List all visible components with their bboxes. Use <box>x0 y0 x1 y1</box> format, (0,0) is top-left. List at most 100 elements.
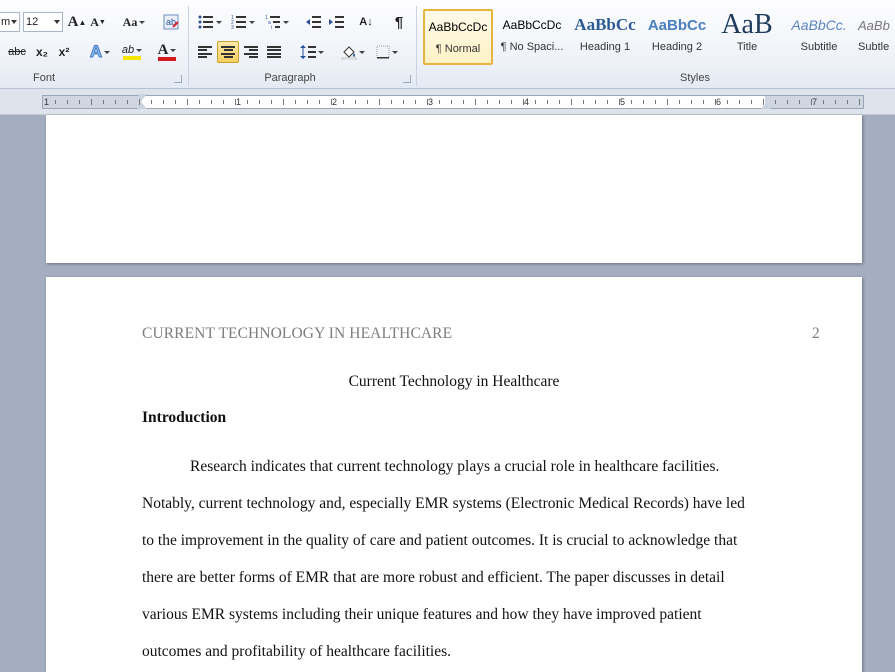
running-head: CURRENT TECHNOLOGY IN HEALTHCARE <box>142 325 453 342</box>
ruler-tick <box>751 100 752 104</box>
subscript-button[interactable]: x₂ <box>32 41 52 63</box>
ruler-tick <box>499 100 500 104</box>
paragraph-line: Research indicates that current technolo… <box>190 458 720 475</box>
show-formatting-marks-button[interactable]: ¶ <box>388 11 410 33</box>
style-normal-name: ¶ Normal <box>435 43 481 55</box>
line-spacing-icon <box>300 45 316 59</box>
chevron-down-icon <box>318 50 324 54</box>
style-no-spacing-sample: AaBbCcDc <box>502 18 562 32</box>
decrease-indent-button[interactable] <box>302 11 324 33</box>
align-right-button[interactable] <box>241 41 261 63</box>
svg-text:3: 3 <box>231 25 234 29</box>
font-name-combo[interactable]: m <box>0 12 20 32</box>
align-center-button[interactable] <box>217 41 239 63</box>
ruler-tick <box>643 100 644 104</box>
style-title[interactable]: AaB Title <box>712 9 782 65</box>
chevron-down-icon <box>283 20 289 24</box>
superscript-icon: x² <box>58 45 70 59</box>
ruler-tick <box>211 100 212 104</box>
ruler-tick <box>835 100 836 104</box>
font-color-button[interactable]: A <box>152 41 182 63</box>
bullets-button[interactable] <box>195 11 225 33</box>
align-center-icon <box>221 46 235 58</box>
bullet-list-icon <box>198 15 213 29</box>
multilevel-list-button[interactable]: 1 a i <box>262 11 292 33</box>
ruler-tick <box>175 100 176 104</box>
ruler-tick <box>787 100 788 104</box>
page-2[interactable]: CURRENT TECHNOLOGY IN HEALTHCARE 2 Curre… <box>46 277 862 672</box>
font-color-icon: A <box>157 42 169 58</box>
ribbon: m 12 A ▲ A ▼ Aa ab abc x₂ x² A ab A Font… <box>0 0 895 89</box>
ruler-tick <box>859 99 860 105</box>
numbering-button[interactable]: 1 2 3 <box>228 11 258 33</box>
ruler-tick <box>187 99 188 105</box>
change-case-button[interactable]: Aa <box>120 11 148 33</box>
font-dialog-launcher-icon[interactable] <box>174 75 182 83</box>
line-spacing-button[interactable] <box>298 41 326 63</box>
ruler-tick <box>439 100 440 104</box>
ruler-tick <box>247 100 248 104</box>
align-right-icon <box>244 46 258 58</box>
align-left-button[interactable] <box>195 41 215 63</box>
ruler-tick <box>235 99 236 105</box>
ruler-tick <box>667 99 668 105</box>
right-indent-marker[interactable] <box>761 103 771 109</box>
svg-text:i: i <box>271 25 272 29</box>
paragraph-line: various EMR systems including their uniq… <box>142 606 702 623</box>
chevron-down-icon <box>170 48 177 52</box>
font-name-value: m <box>1 16 11 28</box>
grow-font-button[interactable]: A ▲ <box>67 11 87 33</box>
increase-indent-button[interactable] <box>325 11 347 33</box>
style-heading-2[interactable]: AaBbCc Heading 2 <box>642 9 712 65</box>
chevron-down-icon <box>216 20 222 24</box>
section-heading: Introduction <box>142 409 227 426</box>
ruler-tick <box>823 100 824 104</box>
clear-formatting-button[interactable]: ab <box>160 11 182 33</box>
borders-icon <box>376 45 390 59</box>
paragraph-dialog-launcher-icon[interactable] <box>403 75 411 83</box>
ruler-tick <box>547 100 548 104</box>
style-normal-sample: AaBbCcDc <box>428 20 488 34</box>
chevron-down-icon <box>249 20 255 24</box>
ruler-tick <box>487 100 488 104</box>
ruler-tick <box>271 100 272 104</box>
group-divider <box>188 6 189 86</box>
ruler-tick <box>415 100 416 104</box>
font-color-swatch <box>158 57 176 61</box>
style-heading-2-name: Heading 2 <box>651 41 703 53</box>
ruler-tick <box>331 99 332 105</box>
paragraph-group-label: Paragraph <box>264 72 316 84</box>
style-normal[interactable]: AaBbCcDc ¶ Normal <box>423 9 493 65</box>
style-no-spacing[interactable]: AaBbCcDc ¶ No Spaci... <box>497 9 567 65</box>
page-1[interactable] <box>46 115 862 263</box>
hanging-indent-marker[interactable] <box>137 103 147 109</box>
ruler-number: 3 <box>428 97 434 107</box>
ruler-tick <box>379 99 380 105</box>
shrink-font-button[interactable]: A ▼ <box>89 11 107 33</box>
ruler-tick <box>523 99 524 105</box>
style-subtitle-name: Subtitle <box>800 41 838 53</box>
font-size-combo[interactable]: 12 <box>23 12 63 32</box>
text-highlight-button[interactable]: ab <box>116 41 148 63</box>
borders-button[interactable] <box>372 41 402 63</box>
style-heading-1[interactable]: AaBbCc Heading 1 <box>570 9 640 65</box>
sort-button[interactable]: A↓ <box>355 11 377 33</box>
style-subtitle[interactable]: AaBbCc. Subtitle <box>784 9 854 65</box>
ruler-number: 2 <box>332 97 338 107</box>
first-line-indent-marker[interactable] <box>137 94 147 100</box>
ruler-tick <box>595 100 596 104</box>
text-effects-button[interactable]: A <box>86 41 114 63</box>
horizontal-ruler[interactable]: 1 1 2 3 4 5 6 7 <box>42 94 864 109</box>
ruler-tick <box>115 100 116 104</box>
ruler-tick <box>703 100 704 104</box>
paragraph-line: Notably, current technology and, especia… <box>142 495 745 512</box>
shading-button[interactable] <box>338 41 368 63</box>
ruler-tick <box>79 100 80 104</box>
strikethrough-button[interactable]: abc <box>4 41 30 63</box>
justify-button[interactable] <box>264 41 284 63</box>
align-left-icon <box>198 46 212 58</box>
font-size-value: 12 <box>26 16 39 28</box>
style-subtle-emphasis[interactable]: AaBb Subtle <box>856 9 895 65</box>
ruler-tick <box>283 99 284 105</box>
superscript-button[interactable]: x² <box>54 41 74 63</box>
